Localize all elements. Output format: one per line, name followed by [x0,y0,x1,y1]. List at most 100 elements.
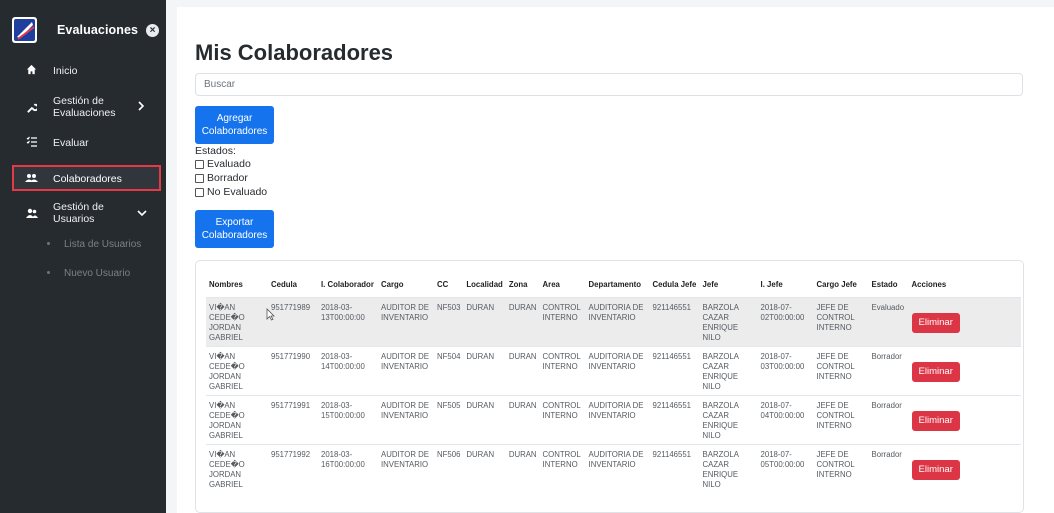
header-departamento[interactable]: Departamento [586,273,650,297]
sidebar-subitem-label: Lista de Usuarios [64,239,142,250]
header-area[interactable]: Area [540,273,586,297]
sidebar-item-evaluar[interactable]: Evaluar [0,136,166,150]
cell-jefe: BARZOLA CAZAR ENRIQUE NILO [699,296,758,346]
cell-cc-line: NF505 [437,400,461,410]
cell-localidad: DURAN [463,345,506,395]
sidebar-item-gestion-evaluaciones[interactable]: Gestión de Evaluaciones [0,95,166,121]
mouse-cursor-icon [266,308,275,324]
cell-cargo-jefe-line: JEFE DE [816,449,849,459]
header-i-colaborador[interactable]: I. Colaborador [318,273,378,297]
table-row[interactable]: VI�AN CEDE�O JORDAN GABRIEL 951771989 2018-03… [206,296,1021,346]
header-estado[interactable]: Estado [869,273,909,297]
cell-nombres: VI�AN CEDE�O JORDAN GABRIEL [206,394,268,444]
table-row[interactable]: VI�AN CEDE�O JORDAN GABRIEL 951771991 2018-03… [206,394,1021,444]
eliminar-button[interactable]: Eliminar [911,312,960,333]
cell-i-jefe-line: 02T00:00:00 [760,312,805,322]
cell-nombres-line: VI�AN [209,449,236,459]
cell-cargo-jefe-line: CONTROL [816,459,855,469]
checkbox-icon[interactable] [195,173,204,183]
close-icon[interactable]: × [146,24,159,37]
cell-area-line: CONTROL [542,302,581,312]
cell-departamento-line: INVENTARIO [588,361,636,371]
table-header-row: Nombres Cedula I. Colaborador Cargo CC L… [206,273,1021,297]
cell-cargo-jefe-line: INTERNO [816,469,852,479]
checkbox-icon[interactable] [195,187,204,197]
button-label-line2: Colaboradores [201,126,268,137]
wrench-icon [25,103,39,117]
add-colaboradores-button[interactable]: Agregar Colaboradores [195,106,274,144]
cell-i-jefe-line: 2018-07- [760,302,792,312]
cell-cargo-jefe-line: INTERNO [816,322,852,332]
cell-estado: Borrador [868,394,909,444]
cell-localidad-line: DURAN [466,351,495,361]
header-nombres[interactable]: Nombres [206,273,268,297]
cell-area: CONTROL INTERNO [539,296,586,346]
cell-i-jefe-line: 03T00:00:00 [760,361,805,371]
header-cc[interactable]: CC [434,273,463,297]
cell-cargo-jefe: JEFE DE CONTROL INTERNO [813,345,869,395]
eliminar-button[interactable]: Eliminar [911,410,960,431]
cell-cargo-line: AUDITOR DE [381,400,429,410]
filter-borrador-checkbox[interactable]: Borrador [195,172,248,184]
bullet-icon [47,271,50,274]
cell-departamento-line: AUDITORIA DE [588,302,644,312]
search-input[interactable]: Buscar [195,73,1023,96]
header-cedula[interactable]: Cedula [268,273,318,297]
export-colaboradores-button[interactable]: Exportar Colaboradores [195,210,274,248]
cell-departamento-line: AUDITORIA DE [588,449,644,459]
filter-no-evaluado-checkbox[interactable]: No Evaluado [195,186,267,198]
cell-cedula-jefe-line: 921146551 [652,449,691,459]
table-row[interactable]: VI�AN CEDE�O JORDAN GABRIEL 951771992 2018-03… [206,443,1021,493]
checkbox-icon[interactable] [195,159,204,169]
cell-cargo-jefe-line: JEFE DE [816,302,849,312]
eliminar-button[interactable]: Eliminar [911,361,960,382]
cell-jefe-line: CAZAR [702,459,729,469]
cell-localidad-line: DURAN [466,449,495,459]
cell-i-colaborador-line: 2018-03- [321,400,353,410]
cell-cargo: AUDITOR DE INVENTARIO [378,296,434,346]
cell-zona: DURAN [505,443,540,493]
cell-cedula-line: 951771991 [271,400,311,410]
header-jefe[interactable]: Jefe [700,273,758,297]
cell-departamento-line: INVENTARIO [588,410,636,420]
cell-cargo-jefe-line: INTERNO [816,420,852,430]
header-i-jefe[interactable]: I. Jefe [758,273,814,297]
sidebar-item-gestion-usuarios[interactable]: Gestión de Usuarios [0,201,166,227]
cell-acciones: Eliminar [908,296,1021,346]
header-cedula-jefe[interactable]: Cedula Jefe [650,273,700,297]
cell-acciones: Eliminar [908,345,1021,395]
cell-i-colaborador-line: 2018-03- [321,302,353,312]
user-group-icon [25,208,38,222]
sidebar-subitem-lista-usuarios[interactable]: Lista de Usuarios [0,239,166,251]
cell-area-line: CONTROL [542,351,581,361]
header-cargo[interactable]: Cargo [378,273,434,297]
cell-cargo-jefe: JEFE DE CONTROL INTERNO [813,394,869,444]
cell-cedula-jefe-line: 921146551 [652,302,691,312]
cell-jefe-line: BARZOLA [702,351,739,361]
cell-nombres-line: GABRIEL [209,430,243,440]
sidebar-item-inicio[interactable]: Inicio [0,64,166,78]
cell-cc: NF503 [434,296,464,346]
cell-area-line: INTERNO [542,361,578,371]
cell-i-colaborador: 2018-03- 14T00:00:00 [318,345,378,395]
cell-cargo-jefe-line: JEFE DE [816,400,849,410]
cell-i-jefe: 2018-07- 05T00:00:00 [757,443,814,493]
sidebar-item-colaboradores[interactable]: Colaboradores [12,165,161,191]
cell-estado: Borrador [868,345,909,395]
cell-departamento: AUDITORIA DE INVENTARIO [585,345,650,395]
cell-acciones: Eliminar [908,394,1021,444]
header-zona[interactable]: Zona [506,273,540,297]
cell-departamento-line: INVENTARIO [588,312,636,322]
cell-cargo-line: INVENTARIO [381,312,429,322]
cell-departamento-line: AUDITORIA DE [588,400,644,410]
filter-evaluado-checkbox[interactable]: Evaluado [195,158,251,170]
header-localidad[interactable]: Localidad [463,273,505,297]
cell-cedula: 951771990 [268,345,318,395]
header-cargo-jefe[interactable]: Cargo Jefe [814,273,869,297]
sidebar-subitem-nuevo-usuario[interactable]: Nuevo Usuario [0,268,166,280]
table-row[interactable]: VI�AN CEDE�O JORDAN GABRIEL 951771990 2018-03… [206,345,1021,395]
eliminar-button[interactable]: Eliminar [911,459,960,480]
main-panel: Mis Colaboradores Buscar Agregar Colabor… [177,7,1054,513]
cell-estado-line: Borrador [871,449,902,459]
cell-estado-line: Evaluado [871,302,905,312]
